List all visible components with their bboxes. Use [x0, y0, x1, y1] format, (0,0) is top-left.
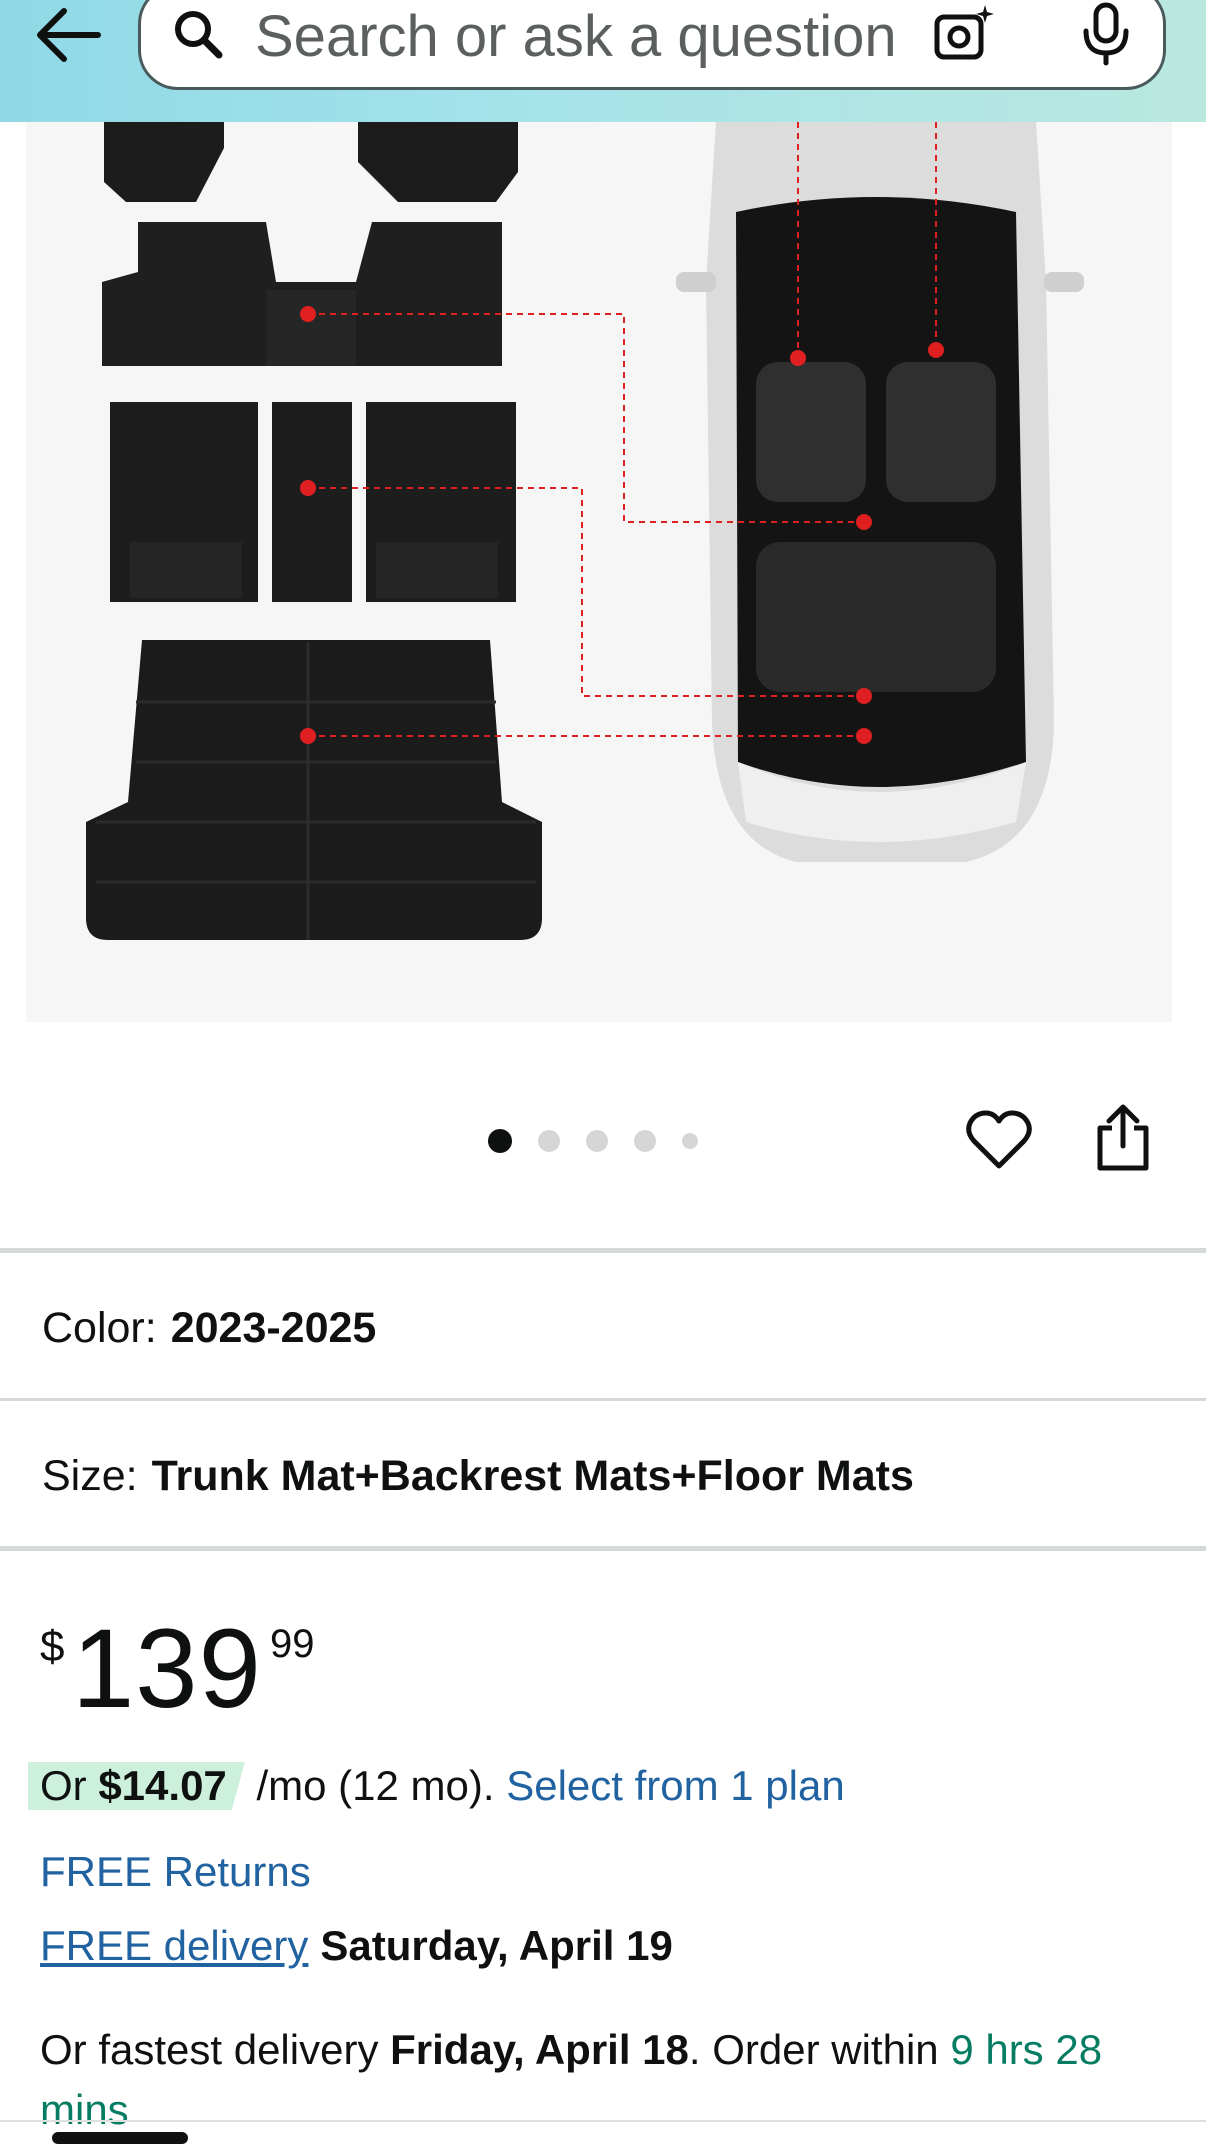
pagination-dot[interactable]	[682, 1133, 698, 1149]
installment-plan: Or $14.07 /mo (12 mo). Select from 1 pla…	[28, 1762, 845, 1818]
free-delivery-link[interactable]: FREE delivery	[40, 1922, 308, 1969]
search-input[interactable]: Search or ask a question	[138, 0, 1166, 90]
color-label: Color:	[42, 1304, 157, 1352]
microphone-icon[interactable]	[1076, 0, 1136, 69]
free-returns-link[interactable]: FREE Returns	[40, 1848, 311, 1896]
size-variation[interactable]: Size: Trunk Mat+Backrest Mats+Floor Mats	[42, 1452, 914, 1501]
floor-mat-illustration	[86, 122, 1084, 940]
section-divider	[0, 1398, 1206, 1401]
order-within-text: . Order within	[688, 2026, 939, 2073]
pagination-dot[interactable]	[634, 1130, 656, 1152]
color-variation[interactable]: Color: 2023-2025	[42, 1304, 376, 1353]
section-divider	[0, 1248, 1206, 1253]
image-pagination-dots[interactable]	[488, 1126, 698, 1156]
size-value: Trunk Mat+Backrest Mats+Floor Mats	[151, 1452, 914, 1500]
pagination-dot[interactable]	[586, 1130, 608, 1152]
product-image[interactable]	[26, 122, 1172, 1022]
bottom-divider	[0, 2120, 1206, 2122]
top-search-bar: Search or ask a question	[0, 0, 1206, 122]
price-whole: 139	[72, 1606, 262, 1731]
back-arrow-icon	[37, 8, 101, 62]
size-label: Size:	[42, 1452, 138, 1500]
share-icon[interactable]	[1094, 1102, 1152, 1174]
camera-lens-icon[interactable]	[931, 1, 997, 67]
section-divider	[0, 1546, 1206, 1551]
search-icon	[175, 11, 223, 59]
fastest-delivery-info: Or fastest delivery Friday, April 18. Or…	[40, 2020, 1150, 2140]
price-symbol: $	[40, 1622, 65, 1671]
delivery-info: FREE delivery Saturday, April 19	[40, 1922, 673, 1970]
back-button[interactable]	[30, 5, 104, 65]
color-value: 2023-2025	[170, 1304, 377, 1352]
home-indicator[interactable]	[52, 2132, 188, 2144]
monthly-price-highlight: Or $14.07	[28, 1762, 245, 1810]
search-placeholder[interactable]: Search or ask a question	[255, 3, 945, 70]
installment-terms: /mo (12 mo).	[256, 1762, 495, 1809]
fastest-date: Friday, April 18	[390, 2026, 689, 2073]
price-fraction: 99	[270, 1622, 315, 1666]
select-plan-link[interactable]: Select from 1 plan	[506, 1762, 845, 1809]
fastest-prefix: Or fastest delivery	[40, 2026, 379, 2073]
installment-prefix: Or	[40, 1762, 87, 1809]
delivery-date: Saturday, April 19	[320, 1922, 673, 1969]
monthly-amount: $14.07	[98, 1762, 227, 1809]
pagination-dot[interactable]	[488, 1129, 512, 1153]
heart-icon[interactable]	[966, 1110, 1032, 1172]
pagination-dot[interactable]	[538, 1130, 560, 1152]
